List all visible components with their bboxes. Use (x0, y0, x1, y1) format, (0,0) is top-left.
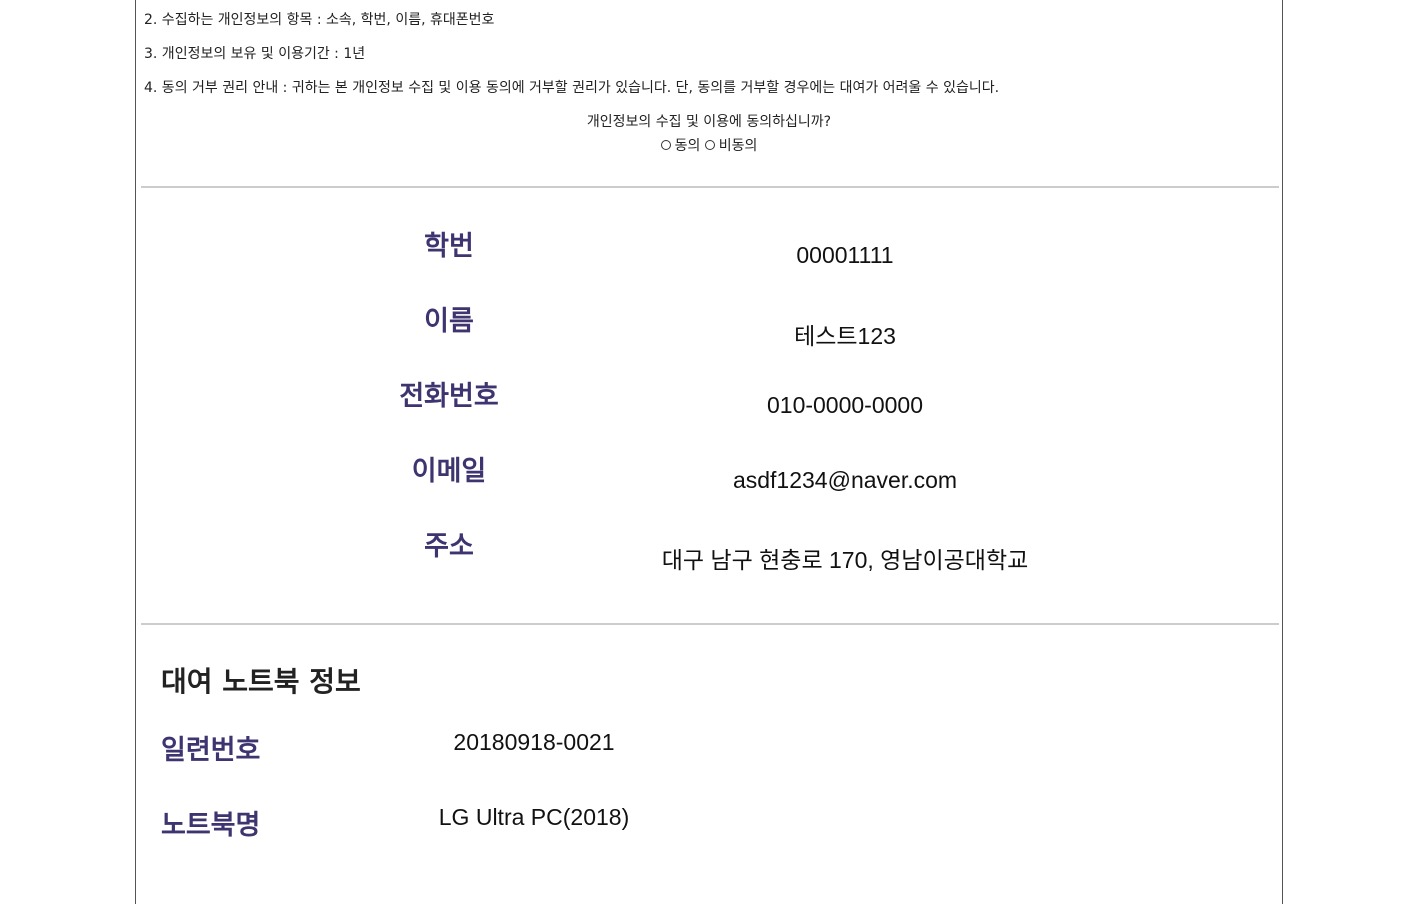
section-divider (141, 623, 1279, 625)
terms-item-refusal-right: 4. 동의 거부 권리 안내 : 귀하는 본 개인정보 수집 및 이용 동의에 … (144, 80, 1000, 96)
address-label: 주소 (424, 531, 474, 562)
student-id-value: 00001111 (796, 242, 894, 268)
notebook-section-title: 대여 노트북 정보 (161, 665, 361, 698)
consent-agree-radio[interactable]: 동의 (660, 135, 701, 155)
notebook-model-value: LG Ultra PC(2018) (438, 804, 630, 830)
radio-circle-icon[interactable] (660, 140, 671, 150)
consent-agree-label: 동의 (674, 138, 701, 154)
serial-number-label: 일련번호 (161, 735, 261, 766)
section-divider (141, 186, 1279, 188)
phone-label: 전화번호 (399, 381, 499, 412)
serial-number-value: 20180918-0021 (453, 729, 615, 755)
consent-disagree-label: 비동의 (718, 138, 758, 154)
email-label: 이메일 (411, 456, 487, 487)
name-value: 테스트123 (794, 323, 896, 349)
form-container: 2. 수집하는 개인정보의 항목 : 소속, 학번, 이름, 휴대폰번호 3. … (135, 0, 1283, 904)
name-label: 이름 (424, 306, 474, 337)
consent-disagree-radio[interactable]: 비동의 (704, 135, 758, 155)
terms-item-retention-period: 3. 개인정보의 보유 및 이용기간 : 1년 (144, 46, 366, 62)
notebook-model-label: 노트북명 (161, 810, 261, 841)
consent-options: 동의 비동의 (136, 135, 1282, 155)
address-value: 대구 남구 현충로 170, 영남이공대학교 (661, 547, 1029, 573)
radio-circle-icon[interactable] (704, 140, 715, 150)
terms-item-collected-fields: 2. 수집하는 개인정보의 항목 : 소속, 학번, 이름, 휴대폰번호 (144, 12, 495, 28)
phone-value: 010-0000-0000 (766, 392, 924, 418)
student-id-label: 학번 (424, 231, 474, 262)
email-value: asdf1234@naver.com (732, 467, 958, 493)
consent-question: 개인정보의 수집 및 이용에 동의하십니까? (586, 114, 832, 130)
